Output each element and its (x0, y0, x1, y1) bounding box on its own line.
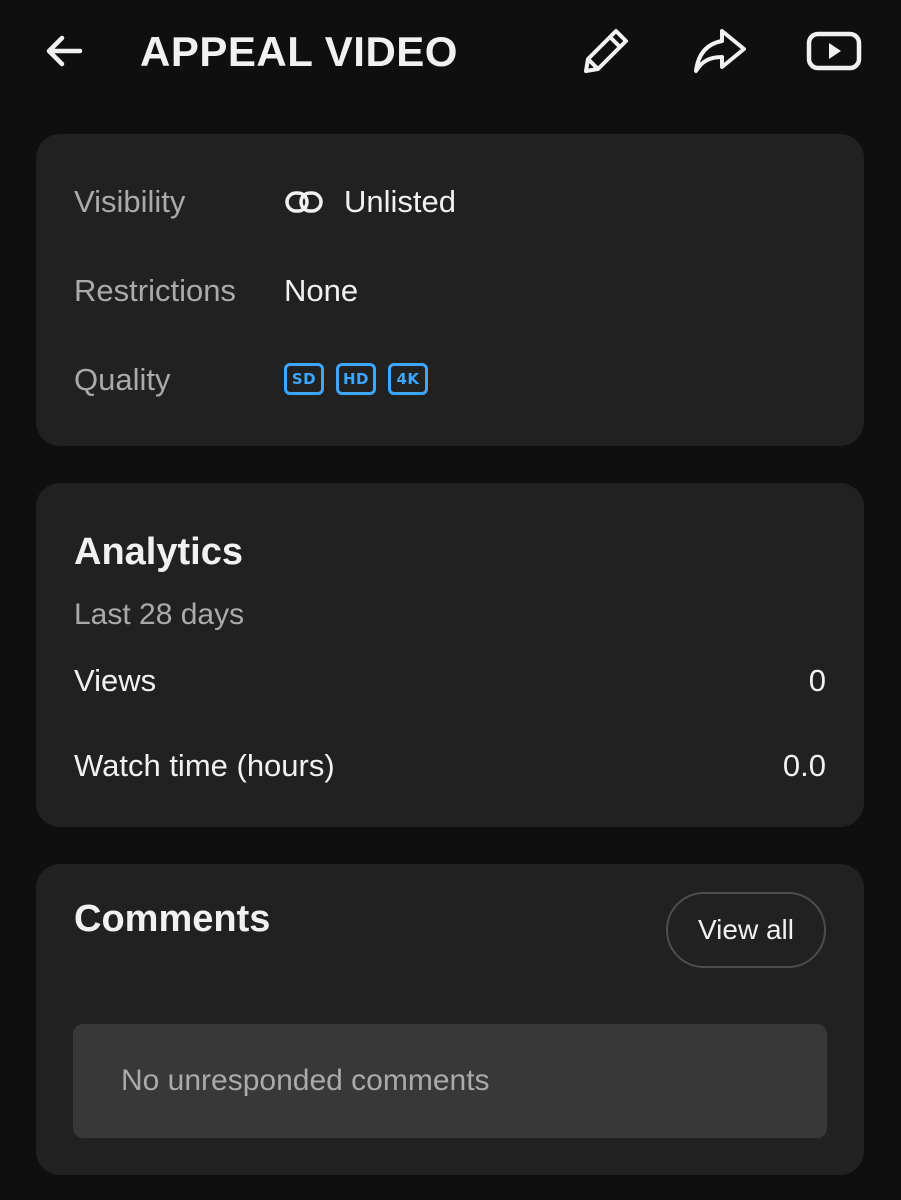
pencil-icon (584, 29, 628, 73)
views-label: Views (74, 663, 157, 698)
view-all-button[interactable]: View all (666, 892, 826, 968)
youtube-button[interactable] (802, 19, 866, 83)
quality-badges: SD HD 4K (284, 363, 428, 395)
back-button[interactable] (32, 19, 96, 83)
visibility-label: Visibility (74, 184, 186, 219)
analytics-card[interactable]: Analytics Last 28 days Views 0 Watch tim… (36, 483, 864, 827)
watch-time-value: 0.0 (782, 748, 826, 783)
views-value: 0 (808, 663, 826, 698)
arrow-left-icon (46, 35, 83, 67)
share-arrow-icon (694, 29, 746, 73)
youtube-play-icon (806, 31, 862, 71)
empty-comments-message: No unresponded comments (73, 1024, 827, 1138)
page-title: APPEAL VIDEO (140, 28, 458, 75)
comments-title: Comments (74, 898, 271, 940)
restrictions-value: None (284, 273, 359, 308)
quality-badge-4k: 4K (388, 363, 428, 395)
comments-card: Comments View all No unresponded comment… (36, 864, 864, 1175)
video-details-card: Visibility Unlisted Restrictions None Qu… (36, 134, 864, 446)
restrictions-label: Restrictions (74, 273, 236, 308)
watch-time-label: Watch time (hours) (74, 748, 335, 783)
quality-badge-hd: HD (336, 363, 376, 395)
visibility-text: Unlisted (344, 184, 456, 219)
analytics-title: Analytics (74, 531, 243, 573)
quality-label: Quality (74, 362, 171, 397)
edit-button[interactable] (574, 19, 638, 83)
analytics-period: Last 28 days (74, 598, 245, 631)
quality-badge-sd: SD (284, 363, 324, 395)
top-app-bar: APPEAL VIDEO (0, 0, 901, 104)
link-icon (285, 191, 323, 213)
share-button[interactable] (688, 19, 752, 83)
visibility-value[interactable]: Unlisted (284, 182, 456, 222)
